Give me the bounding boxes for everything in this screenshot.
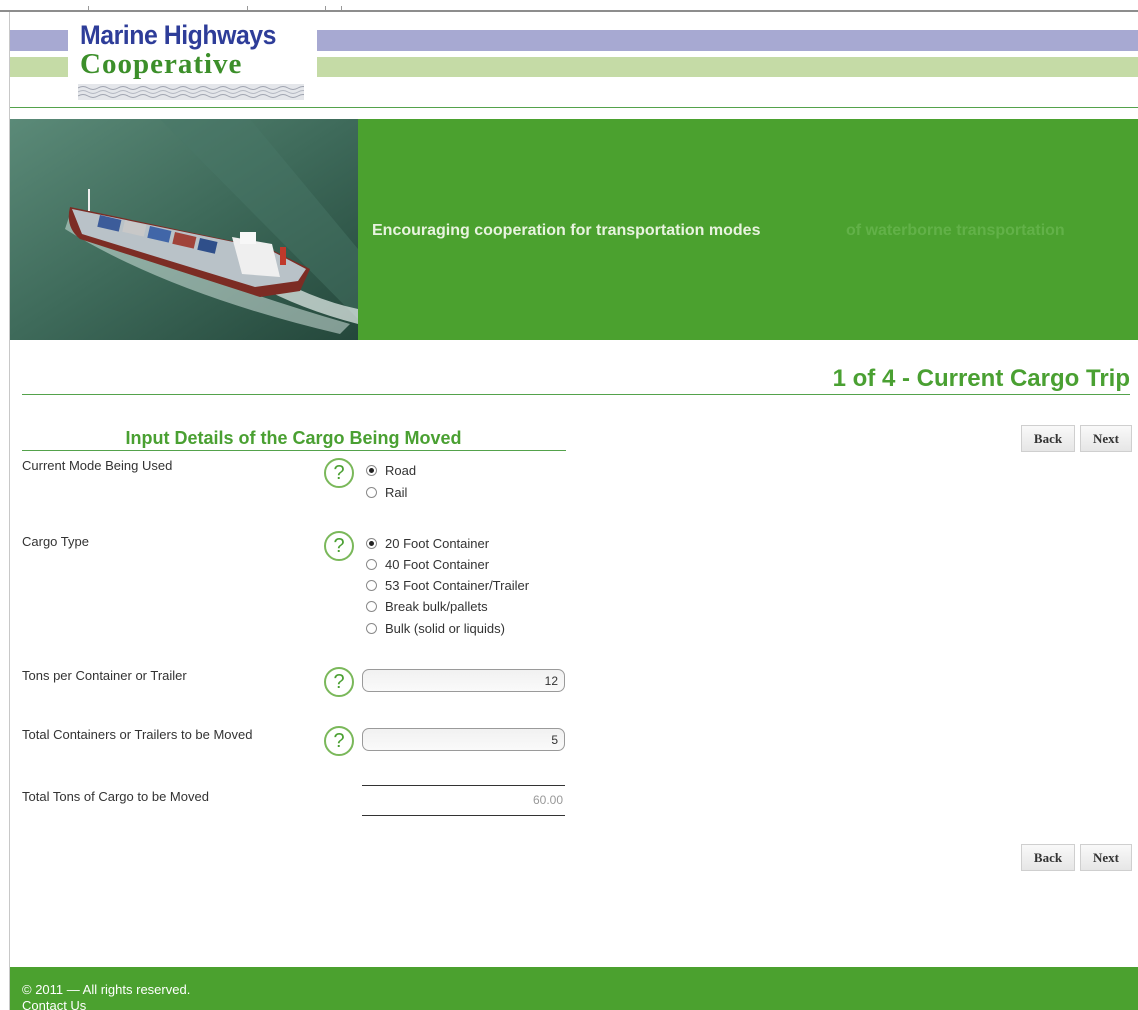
logo-name-line1: Marine Highways [80,20,277,50]
header-divider [10,107,1138,108]
radio-selected-icon[interactable] [366,464,377,476]
mode-option-label: Road [385,462,417,478]
banner-tagline-area: Encouraging cooperation for transportati… [358,119,1138,340]
tons-per-container-input[interactable] [362,669,565,692]
site-logo[interactable]: Marine Highways Cooperative [74,20,310,102]
total-containers-label: Total Containers or Trailers to be Moved [22,727,253,742]
footer: © 2011 — All rights reserved. Contact Us [10,967,1138,1010]
top-border [0,10,1138,12]
radio-selected-icon[interactable] [366,537,377,549]
radio-unselected-icon[interactable] [366,486,377,498]
mode-option-road[interactable]: Road [366,462,416,478]
radio-unselected-icon[interactable] [366,558,377,570]
cargo-type-help-icon[interactable]: ? [324,531,354,561]
next-button-bottom[interactable]: Next [1080,844,1132,871]
next-button-top[interactable]: Next [1080,425,1132,452]
page-title: 1 of 4 - Current Cargo Trip [832,365,1130,392]
radio-unselected-icon[interactable] [366,579,377,591]
cargo-option-label: Bulk (solid or liquids) [385,620,505,636]
cargo-option-break-bulk[interactable]: Break bulk/pallets [366,598,488,614]
cargo-option-label: 20 Foot Container [385,535,490,551]
cargo-option-label: Break bulk/pallets [385,598,488,614]
tons-per-container-help-icon[interactable]: ? [324,667,354,697]
banner-tagline-faded: of waterborne transportation [846,222,1065,239]
header-stripe-green-right [317,57,1138,77]
header-stripe-purple-right [317,30,1138,51]
ship-illustration [10,119,358,340]
cargo-option-40ft[interactable]: 40 Foot Container [366,556,489,572]
mode-option-rail[interactable]: Rail [366,484,407,500]
cargo-option-20ft[interactable]: 20 Foot Container [366,535,489,551]
mode-label: Current Mode Being Used [22,458,173,473]
total-tons-top-rule [362,785,565,786]
section-divider [22,450,566,451]
total-containers-help-icon[interactable]: ? [324,726,354,756]
title-divider [22,394,1130,395]
cargo-ship-photo [10,119,358,340]
total-tons-bottom-rule [362,815,565,816]
logo-waves-icon [78,84,304,100]
header-stripe-green-left [10,57,68,77]
browser-edge [0,0,1138,10]
tons-per-container-label: Tons per Container or Trailer [22,668,187,683]
mode-help-icon[interactable]: ? [324,458,354,488]
header-stripe-purple-left [10,30,68,51]
footer-copyright: © 2011 — All rights reserved. [22,982,191,997]
back-button-top[interactable]: Back [1021,425,1075,452]
cargo-type-label: Cargo Type [22,534,89,549]
total-tons-value: 60.00 [532,793,563,807]
banner-tagline: Encouraging cooperation for transportati… [372,222,761,239]
total-tons-label: Total Tons of Cargo to be Moved [22,789,209,804]
logo-name-line2: Cooperative [80,48,243,80]
mode-option-label: Rail [385,484,408,500]
radio-unselected-icon[interactable] [366,600,377,612]
cargo-option-53ft[interactable]: 53 Foot Container/Trailer [366,577,529,593]
contact-us-link[interactable]: Contact Us [22,998,86,1010]
cargo-option-label: 53 Foot Container/Trailer [385,577,530,593]
cargo-option-label: 40 Foot Container [385,556,490,572]
cargo-option-bulk[interactable]: Bulk (solid or liquids) [366,620,505,636]
section-heading: Input Details of the Cargo Being Moved [125,428,462,448]
total-containers-input[interactable] [362,728,565,751]
back-button-bottom[interactable]: Back [1021,844,1075,871]
radio-unselected-icon[interactable] [366,622,377,634]
